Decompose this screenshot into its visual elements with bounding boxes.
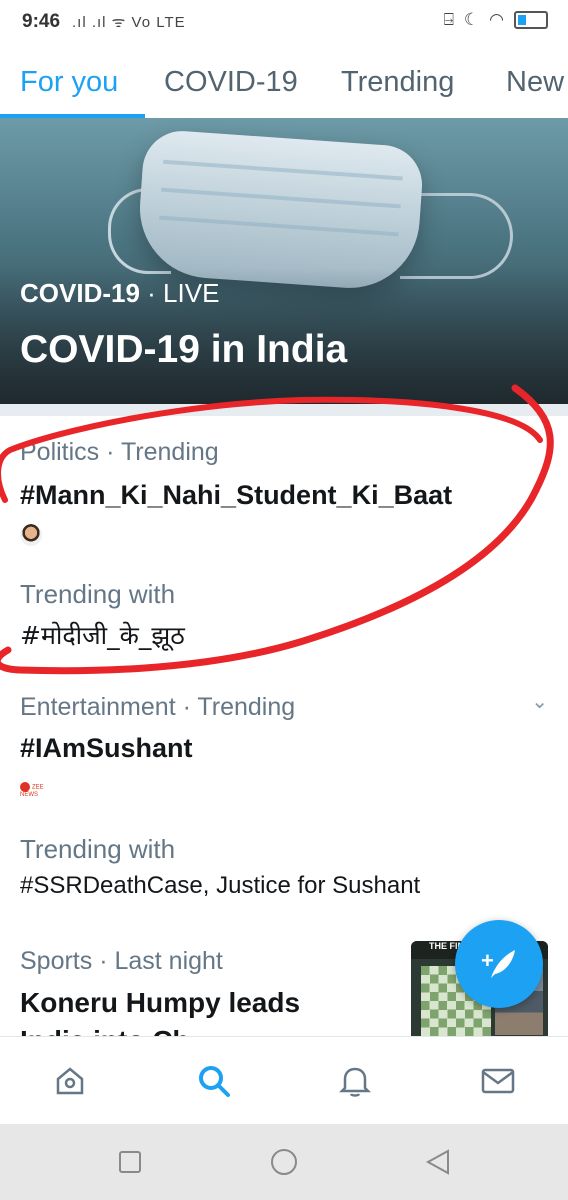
system-navigation <box>0 1124 568 1200</box>
trend-item-entertainment[interactable]: Entertainment · Trending ⌄ #IAmSushant Z… <box>0 667 568 922</box>
bell-icon[interactable] <box>333 1059 377 1103</box>
tab-trending[interactable]: Trending <box>341 66 454 99</box>
battery-icon <box>514 11 548 29</box>
signal-icon: .ıl .ıl ᯤ Vo LTE <box>72 14 186 31</box>
hero-card[interactable]: COVID-19 · LIVE COVID-19 in India <box>0 118 568 404</box>
trending-with-tags[interactable]: #SSRDeathCase, Justice for Sushant <box>20 872 420 900</box>
trend-headline[interactable]: #Mann_Ki_Nahi_Student_Ki_Baat <box>20 480 452 511</box>
trending-with-label: Trending with <box>20 834 176 864</box>
square-icon[interactable] <box>116 1148 144 1176</box>
tab-covid-19[interactable]: COVID-19 <box>164 66 298 99</box>
trend-headline-cut: India into Ch <box>20 1025 190 1036</box>
tab-for-you[interactable]: For you <box>20 66 118 99</box>
moon-icon: ☾ <box>463 10 480 29</box>
hero-title: COVID-19 in India <box>20 328 348 371</box>
avatar <box>20 524 42 546</box>
headphones-icon: ◠ <box>489 10 504 29</box>
trend-meta: Politics · Trending <box>20 438 219 466</box>
bottom-navigation <box>0 1036 568 1125</box>
trending-with-label: Trending with <box>20 579 176 609</box>
search-icon[interactable] <box>192 1059 236 1103</box>
tab-news[interactable]: New <box>506 66 564 99</box>
back-triangle-icon[interactable] <box>424 1148 452 1176</box>
hero-category: COVID-19 <box>20 278 140 308</box>
trend-meta: Sports · Last night <box>20 947 223 975</box>
mail-icon[interactable] <box>476 1059 520 1103</box>
circle-icon[interactable] <box>270 1148 298 1176</box>
hero-status: LIVE <box>163 278 220 308</box>
zee-news-logo: ZEE NEWS <box>20 782 50 798</box>
trend-headline[interactable]: #IAmSushant <box>20 733 193 764</box>
feather-icon <box>491 950 515 978</box>
explore-tabs: For you COVID-19 Trending New <box>0 44 568 119</box>
network-label: Vo LTE <box>131 14 186 31</box>
section-separator <box>0 404 568 416</box>
trending-with-tags[interactable]: #मोदीजी_के_झूठ <box>20 618 185 652</box>
status-bar: 9:46 .ıl .ıl ᯤ Vo LTE ⍈ ☾ ◠ <box>0 0 568 44</box>
compose-tweet-button[interactable]: + <box>455 920 543 1008</box>
hero-meta: COVID-19 · LIVE <box>20 278 219 309</box>
vibrate-icon: ⍈ <box>443 10 454 29</box>
home-icon[interactable] <box>48 1059 92 1103</box>
trend-headline[interactable]: Koneru Humpy leads <box>20 987 300 1019</box>
chevron-down-icon[interactable]: ⌄ <box>531 689 548 714</box>
trend-item-politics[interactable]: Politics · Trending #Mann_Ki_Nahi_Studen… <box>0 416 568 668</box>
hero-separator: · <box>147 278 164 308</box>
trend-meta: Entertainment · Trending <box>20 693 296 721</box>
status-time: 9:46 <box>22 11 61 32</box>
status-icons: ⍈ ☾ ◠ <box>444 10 548 30</box>
